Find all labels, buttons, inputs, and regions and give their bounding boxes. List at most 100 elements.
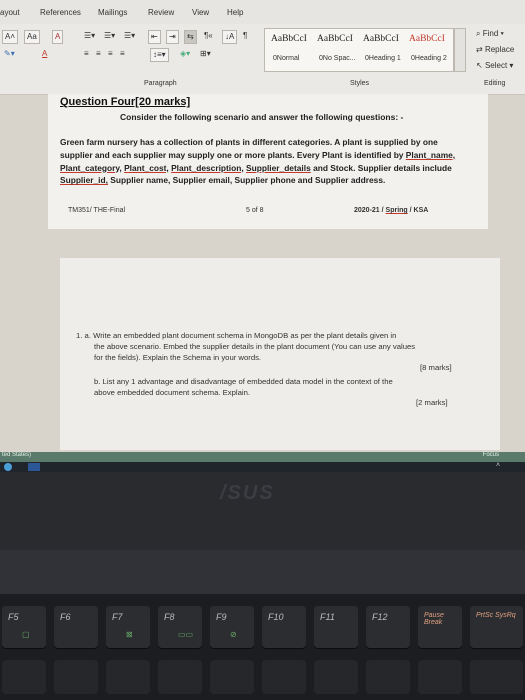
key-f8-label: F8 <box>164 612 175 622</box>
key-row2-3[interactable] <box>106 660 150 694</box>
word-app-icon[interactable] <box>28 463 40 471</box>
style-nospacing-sample[interactable]: AaBbCcI <box>317 34 353 44</box>
key-f12-label: F12 <box>372 612 388 622</box>
find-button[interactable]: ⌕ Find ▾ <box>476 28 504 40</box>
field-plant-description: Plant_description, <box>171 162 244 173</box>
key-row2-10[interactable] <box>470 660 523 694</box>
numbering-icon[interactable]: ☰▾ <box>104 30 115 42</box>
para-end: Supplier name, Supplier email, Supplier … <box>110 175 386 186</box>
scenario-paragraph: Green farm nursery has a collection of p… <box>60 136 480 187</box>
taskbar: ˄ <box>0 462 525 472</box>
key-f12[interactable]: F12 <box>366 606 410 648</box>
change-case-button[interactable]: Aa <box>24 30 40 44</box>
tab-mailings[interactable]: Mailings <box>98 8 127 17</box>
style-heading1-sample[interactable]: AaBbCcI <box>363 34 399 44</box>
q1a-line-1: 1. a. Write an embedded plant document s… <box>76 331 397 340</box>
borders-icon[interactable]: ⊞▾ <box>200 48 211 60</box>
laptop-screen: ayout References Mailings Review View He… <box>0 0 525 472</box>
decrease-indent-icon[interactable]: ⇤ <box>148 30 161 44</box>
key-f11[interactable]: F11 <box>314 606 358 648</box>
q1b-marks: [2 marks] <box>416 398 448 407</box>
styles-gallery: AaBbCcI 0Normal AaBbCcI 0No Spac... AaBb… <box>264 28 454 72</box>
style-normal-sample[interactable]: AaBbCcI <box>271 34 307 44</box>
touchpad-icon: ⊘ <box>230 630 237 639</box>
question-subtitle: Consider the following scenario and answ… <box>120 112 404 122</box>
tab-help[interactable]: Help <box>227 8 243 17</box>
key-prtsc[interactable]: PrtSc SysRq <box>470 606 523 648</box>
clear-formatting-button[interactable]: A <box>52 30 64 44</box>
display-icon: ▢ <box>22 630 30 639</box>
tab-view[interactable]: View <box>192 8 209 17</box>
key-prtsc-label: PrtSc SysRq <box>476 612 516 619</box>
key-f11-label: F11 <box>320 612 335 622</box>
field-plant-cost: Plant_cost, <box>124 162 169 173</box>
cortana-icon[interactable] <box>4 463 12 471</box>
footer-region: / KSA <box>409 207 429 214</box>
language-status[interactable]: ted States) <box>2 452 31 458</box>
line-spacing-icon[interactable]: ↕≡▾ <box>150 48 169 62</box>
field-plant-name: Plant_name, <box>405 149 456 160</box>
key-row2-4[interactable] <box>158 660 202 694</box>
key-row2-8[interactable] <box>366 660 410 694</box>
document-page[interactable]: Question Four[20 marks] Consider the fol… <box>48 94 488 229</box>
q1a-line-2: the above scenario. Embed the supplier d… <box>94 342 416 351</box>
bullets-icon[interactable]: ☰▾ <box>84 30 95 42</box>
para-mid: and Stock. Supplier details include <box>313 162 452 173</box>
select-button[interactable]: ↖ Select ▾ <box>476 60 513 72</box>
key-f9[interactable]: F9 ⊘ <box>210 606 254 648</box>
align-left-icon[interactable]: ≡ <box>84 48 89 60</box>
key-row2-6[interactable] <box>262 660 306 694</box>
shading-icon[interactable]: ◈▾ <box>180 48 190 60</box>
key-f6-label: F6 <box>60 612 71 622</box>
key-f5[interactable]: F5 ▢ <box>2 606 46 648</box>
laptop-bezel: /SUS <box>0 472 525 550</box>
grow-font-button[interactable]: A˄ <box>2 30 19 44</box>
search-icon: ⌕ <box>476 29 483 38</box>
key-f10[interactable]: F10 <box>262 606 306 648</box>
key-f8[interactable]: F8 ▭▭ <box>158 606 202 648</box>
font-color-button[interactable]: A <box>42 48 47 60</box>
chevron-up-icon[interactable]: ˄ <box>496 462 500 469</box>
group-label-paragraph: Paragraph <box>144 80 177 87</box>
footer-year: 2020-21 / <box>354 207 384 214</box>
projector-icon: ▭▭ <box>178 630 194 639</box>
increase-indent-icon[interactable]: ⇥ <box>166 30 179 44</box>
key-row2-5[interactable] <box>210 660 254 694</box>
highlight-icon[interactable]: ✎▾ <box>4 48 15 60</box>
screen-off-icon: ⊠ <box>126 630 133 639</box>
laptop-hinge <box>0 550 525 594</box>
key-row2-2[interactable] <box>54 660 98 694</box>
field-supplier-details: Supplier_details <box>246 162 311 173</box>
document-page-next[interactable]: 1. a. Write an embedded plant document s… <box>60 258 500 450</box>
tab-references[interactable]: References <box>40 8 81 17</box>
q1b-line-1: b. List any 1 advantage and disadvantage… <box>94 377 393 386</box>
justify-icon[interactable]: ≡ <box>120 48 125 60</box>
focus-mode-button[interactable]: Focus <box>483 452 499 458</box>
cursor-icon: ↖ <box>476 61 485 70</box>
align-center-icon[interactable]: ≡ <box>96 48 101 60</box>
replace-button[interactable]: ⇄ Replace <box>476 44 514 56</box>
style-normal-name: 0Normal <box>273 55 300 62</box>
tab-layout[interactable]: ayout <box>0 8 20 17</box>
rtl-icon[interactable]: ⇆ <box>184 30 197 44</box>
key-f6[interactable]: F6 <box>54 606 98 648</box>
key-f7[interactable]: F7 ⊠ <box>106 606 150 648</box>
style-heading2-sample[interactable]: AaBbCcI <box>409 34 445 44</box>
key-f9-label: F9 <box>216 612 227 622</box>
align-right-icon[interactable]: ≡ <box>108 48 113 60</box>
key-row2-9[interactable] <box>418 660 462 694</box>
field-supplier-id: Supplier_id, <box>60 175 108 186</box>
ltr-paragraph-icon[interactable]: ¶« <box>204 30 213 42</box>
key-row2-7[interactable] <box>314 660 358 694</box>
tab-review[interactable]: Review <box>148 8 174 17</box>
key-row2-1[interactable] <box>2 660 46 694</box>
key-pause[interactable]: Pause Break <box>418 606 462 648</box>
styles-more-scroll[interactable] <box>454 28 466 72</box>
q1a-line-3: for the fields). Explain the Schema in y… <box>94 353 262 362</box>
key-f5-label: F5 <box>8 612 19 622</box>
show-marks-icon[interactable]: ¶ <box>243 30 247 42</box>
sort-icon[interactable]: ↓A <box>222 30 238 44</box>
multilevel-list-icon[interactable]: ☰▾ <box>124 30 135 42</box>
replace-icon: ⇄ <box>476 45 485 54</box>
question-title: Question Four[20 marks] <box>60 96 191 108</box>
